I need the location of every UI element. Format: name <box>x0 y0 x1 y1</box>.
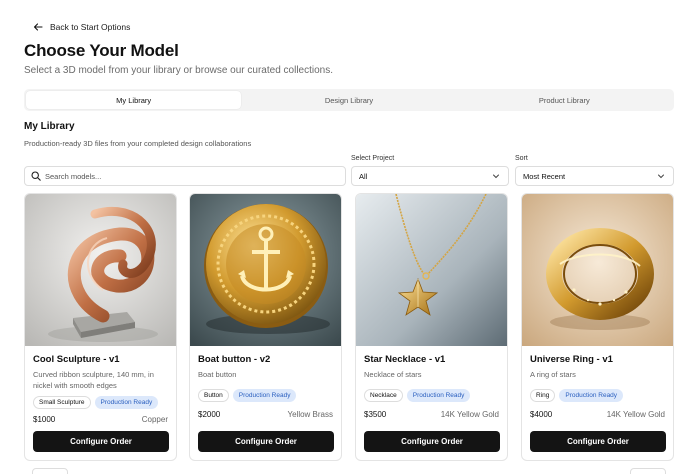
card-description: A ring of stars <box>530 370 576 379</box>
model-card[interactable]: Boat button - v2 Boat button Button Prod… <box>189 193 342 461</box>
card-price: $3500 <box>364 410 387 419</box>
arrow-left-icon <box>33 23 43 31</box>
search-icon <box>31 171 41 181</box>
card-material: 14K Yellow Gold <box>440 410 499 419</box>
sort-select-value: Most Recent <box>523 171 566 181</box>
next-page-button[interactable] <box>630 468 666 474</box>
status-badge: Production Ready <box>559 389 624 402</box>
tab-design-library[interactable]: Design Library <box>241 91 456 109</box>
card-badges: Button Production Ready <box>198 389 297 402</box>
copper-sculpture-image <box>25 194 176 346</box>
tab-my-library[interactable]: My Library <box>26 91 242 109</box>
tab-product-library[interactable]: Product Library <box>457 91 672 109</box>
card-material: 14K Yellow Gold <box>606 410 665 419</box>
status-badge: Production Ready <box>406 389 471 402</box>
category-badge: Ring <box>530 389 556 402</box>
project-select-label: Select Project <box>351 155 395 162</box>
page-subtitle: Select a 3D model from your library or b… <box>24 65 334 76</box>
card-price: $4000 <box>530 410 553 419</box>
gold-ring-image <box>522 194 673 346</box>
status-badge: Production Ready <box>232 389 297 402</box>
category-badge: Necklace <box>364 389 403 402</box>
card-title: Boat button - v2 <box>198 354 271 365</box>
back-to-start-link[interactable]: Back to Start Options <box>33 22 130 32</box>
card-material: Yellow Brass <box>287 410 333 419</box>
category-badge: Small Sculpture <box>33 396 91 409</box>
model-card[interactable]: Star Necklace - v1 Necklace of stars Nec… <box>355 193 508 461</box>
card-badges: Ring Production Ready <box>530 389 624 402</box>
star-necklace-image <box>356 194 507 346</box>
search-field[interactable] <box>24 166 346 186</box>
card-description: Necklace of stars <box>364 370 422 379</box>
card-description: Boat button <box>198 370 237 379</box>
model-card[interactable]: Universe Ring - v1 A ring of stars Ring … <box>521 193 674 461</box>
card-title: Star Necklace - v1 <box>364 354 446 365</box>
configure-order-button[interactable]: Configure Order <box>33 431 169 452</box>
card-title: Universe Ring - v1 <box>530 354 613 365</box>
card-price: $2000 <box>198 410 221 419</box>
card-title: Cool Sculpture - v1 <box>33 354 120 365</box>
section-title: My Library <box>24 121 75 132</box>
category-badge: Button <box>198 389 229 402</box>
chevron-down-icon <box>658 174 664 179</box>
previous-page-button[interactable] <box>32 468 68 474</box>
anchor-button-image <box>190 194 341 346</box>
model-card[interactable]: Cool Sculpture - v1 Curved ribbon sculpt… <box>24 193 177 461</box>
card-material: Copper <box>141 415 168 424</box>
section-description: Production-ready 3D files from your comp… <box>24 139 252 148</box>
status-badge: Production Ready <box>94 396 159 409</box>
configure-order-button[interactable]: Configure Order <box>364 431 500 452</box>
configure-order-button[interactable]: Configure Order <box>198 431 334 452</box>
library-tabs: My Library Design Library Product Librar… <box>24 89 674 111</box>
page-title: Choose Your Model <box>24 41 179 60</box>
sort-select-label: Sort <box>515 155 528 162</box>
card-description: Curved ribbon sculpture, 140 mm, in nick… <box>33 370 154 390</box>
project-select-value: All <box>359 171 368 181</box>
card-badges: Necklace Production Ready <box>364 389 471 402</box>
sort-select[interactable]: Most Recent <box>515 166 674 186</box>
chevron-down-icon <box>493 174 499 179</box>
search-input[interactable] <box>45 171 325 181</box>
card-price: $1000 <box>33 415 56 424</box>
configure-order-button[interactable]: Configure Order <box>530 431 666 452</box>
project-select[interactable]: All <box>351 166 509 186</box>
card-badges: Small Sculpture Production Ready <box>33 396 159 409</box>
back-link-label: Back to Start Options <box>50 22 131 32</box>
